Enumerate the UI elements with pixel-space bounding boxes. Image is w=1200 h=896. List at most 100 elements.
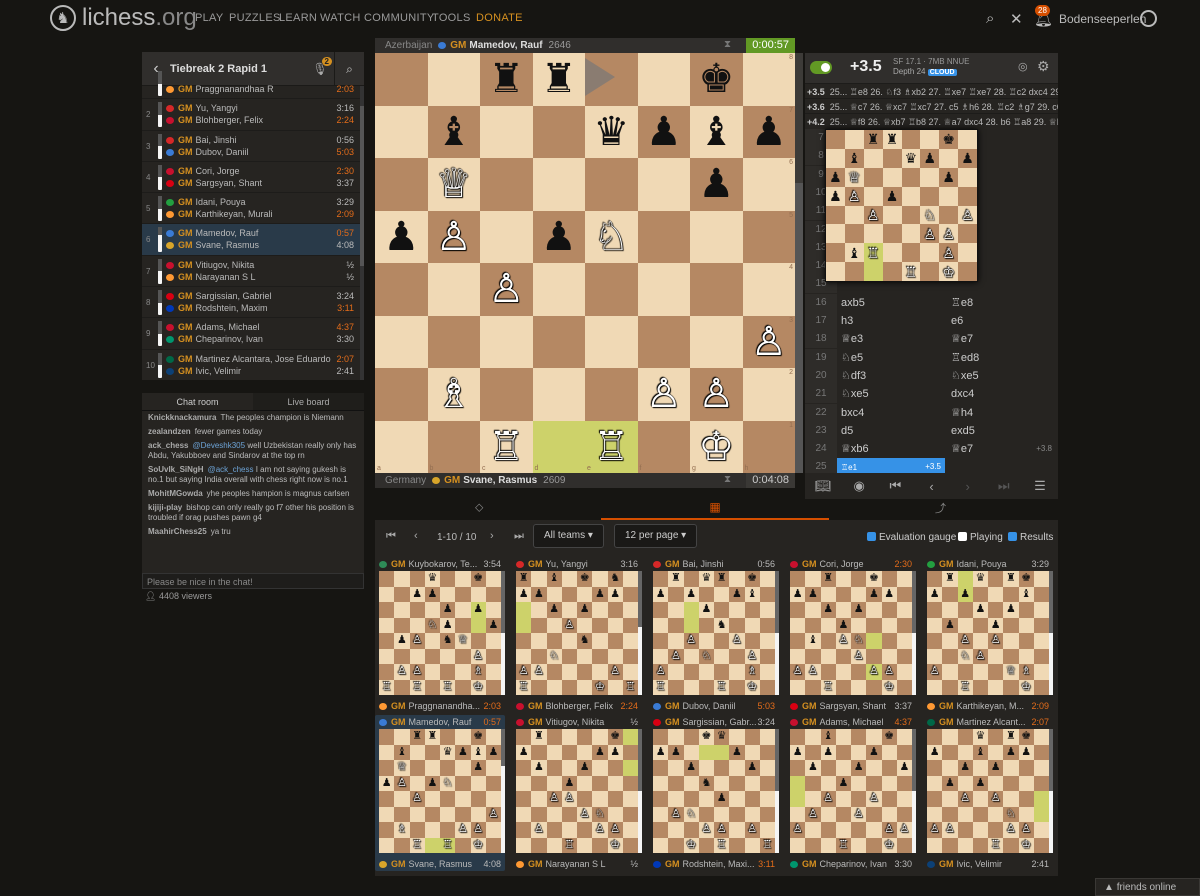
square-a5[interactable]	[927, 775, 943, 791]
square-d7[interactable]	[561, 586, 577, 602]
square-d2[interactable]: ♙	[698, 822, 714, 838]
square-d3[interactable]	[972, 806, 988, 822]
square-b8[interactable]	[844, 130, 864, 149]
square-d4[interactable]	[532, 263, 585, 316]
square-f4[interactable]	[866, 633, 882, 649]
square-h2[interactable]	[1033, 822, 1049, 838]
square-f1[interactable]: ♔	[592, 679, 608, 695]
square-a5[interactable]	[927, 617, 943, 633]
square-e2[interactable]	[988, 664, 1004, 680]
chess-piece[interactable]: ♟	[975, 777, 985, 789]
chat-user[interactable]: ack_chess	[148, 441, 188, 450]
chess-piece[interactable]: ♙	[942, 246, 955, 260]
square-f1[interactable]	[729, 837, 745, 853]
square-d4[interactable]	[424, 633, 440, 649]
board-tile[interactable]: GM Martinez Alcant... 2:07 ♛ ♜ ♚ ♟ ♝ ♟ ♟ ♟ ♟ ♟ ♟ ♙ ♙ ♘ ♙ ♙…	[923, 715, 1053, 871]
chess-piece[interactable]: ♖	[564, 839, 574, 851]
white-move[interactable]: axb5	[841, 294, 865, 312]
chess-piece[interactable]: ♟	[382, 777, 392, 789]
chess-piece[interactable]: ♛	[443, 746, 453, 758]
square-h3[interactable]	[896, 806, 912, 822]
book-icon[interactable]: 📖︎	[805, 478, 841, 494]
square-f5[interactable]	[1003, 775, 1019, 791]
square-g6[interactable]	[607, 760, 623, 776]
game-row[interactable]: GMGMPraggnanandhaa R2:03	[142, 68, 364, 100]
square-g8[interactable]	[744, 729, 760, 745]
square-h5[interactable]	[1033, 617, 1049, 633]
mini-board[interactable]: ♜ ♜ ♚ ♝ ♛ ♟ ♝ ♟ ♕ ♟ ♟ ♙ ♟ ♘ ♙ ♙ ♗ ♙ ♙ ♖ ♖ ♔	[379, 729, 501, 853]
chess-piece[interactable]: ♟	[458, 746, 468, 758]
chess-piece[interactable]: ♜	[412, 731, 422, 742]
square-a7[interactable]: ♟	[516, 586, 532, 602]
square-a1[interactable]	[790, 679, 806, 695]
chess-piece[interactable]: ♙	[656, 666, 666, 677]
square-a4[interactable]	[516, 791, 532, 807]
square-c6[interactable]	[957, 602, 973, 618]
chess-piece[interactable]: ♜	[717, 573, 727, 584]
chess-piece[interactable]: ♝	[808, 635, 818, 646]
square-d1[interactable]: ♖	[835, 837, 851, 853]
game-row[interactable]: 4 GM Cori, Jorge 2:30 GM Sargsyan, Shant 3:37	[142, 162, 364, 194]
square-e8[interactable]	[988, 571, 1004, 587]
square-a3[interactable]	[516, 648, 532, 664]
square-b7[interactable]: ♟	[805, 586, 821, 602]
square-b6[interactable]	[668, 760, 684, 776]
square-a1[interactable]	[927, 679, 943, 695]
chess-piece[interactable]: ♟	[610, 588, 620, 600]
mini-board[interactable]: ♜ ♚ ♟ ♟ ♟ ♟ ♟ ♟ ♙ ♙ ♙ ♘ ♙ ♙ ♙ ♖ ♔	[516, 729, 638, 853]
chess-piece[interactable]: ♙	[473, 824, 483, 835]
chess-piece[interactable]: ♝	[549, 573, 559, 584]
chess-piece[interactable]: ♟	[869, 588, 879, 600]
square-g3[interactable]: ♙	[744, 648, 760, 664]
square-f5[interactable]	[866, 775, 882, 791]
chess-piece[interactable]: ♙	[686, 635, 696, 646]
square-d6[interactable]	[424, 602, 440, 618]
chess-piece[interactable]: ♚	[698, 59, 734, 99]
square-b7[interactable]: ♟	[668, 744, 684, 760]
results-checkbox[interactable]: Results	[1008, 532, 1053, 543]
game-row[interactable]: 5 GM Idani, Pouya 3:29 GM Karthikeyan, Murali…	[142, 193, 364, 225]
square-c7[interactable]: ♟	[683, 586, 699, 602]
square-a6[interactable]	[379, 602, 395, 618]
square-g4[interactable]	[690, 263, 743, 316]
square-a3[interactable]	[516, 806, 532, 822]
square-g5[interactable]	[881, 775, 897, 791]
square-h5[interactable]	[485, 775, 501, 791]
square-a2[interactable]	[379, 822, 395, 838]
chat-mention[interactable]: @Deveshk305	[192, 441, 245, 450]
user-avatar-icon[interactable]	[1140, 10, 1157, 27]
square-f6[interactable]: ♟	[1003, 602, 1019, 618]
square-a4[interactable]	[375, 263, 428, 316]
square-h6[interactable]	[622, 760, 638, 776]
chess-piece[interactable]: ♜	[534, 731, 544, 742]
chess-piece[interactable]: ♟	[869, 746, 879, 758]
square-h4[interactable]	[1033, 633, 1049, 649]
square-e3[interactable]	[440, 648, 456, 664]
square-a4[interactable]	[826, 205, 845, 225]
square-g6[interactable]: ♟	[690, 158, 743, 211]
square-a2[interactable]: ♙	[927, 822, 943, 838]
square-d7[interactable]: ♟	[424, 586, 440, 602]
square-d8[interactable]: ♛	[424, 571, 440, 587]
chess-piece[interactable]: ♚	[1021, 731, 1031, 742]
mini-board[interactable]: ♝ ♚ ♟ ♟ ♟ ♟ ♟ ♟ ♟ ♙ ♙ ♙ ♙ ♙ ♙ ♙ ♖ ♔	[790, 729, 912, 853]
square-f1[interactable]: f	[637, 420, 690, 473]
square-d1[interactable]: d	[532, 420, 585, 473]
square-h4[interactable]: 4	[742, 263, 795, 316]
square-f7[interactable]: ♟	[637, 105, 690, 158]
square-g2[interactable]: ♙	[690, 368, 743, 421]
square-f8[interactable]	[729, 729, 745, 745]
square-f6[interactable]	[920, 167, 940, 187]
square-e7[interactable]	[714, 744, 730, 760]
square-c6[interactable]	[820, 760, 836, 776]
square-d5[interactable]: ♞	[698, 775, 714, 791]
chess-piece[interactable]: ♗	[397, 824, 407, 835]
square-a6[interactable]	[790, 760, 806, 776]
square-g7[interactable]: ♟	[881, 586, 897, 602]
square-f1[interactable]	[729, 679, 745, 695]
square-b1[interactable]: b	[427, 420, 480, 473]
square-g7[interactable]	[470, 586, 486, 602]
square-a5[interactable]: ♟	[379, 775, 395, 791]
square-b3[interactable]	[942, 648, 958, 664]
square-e5[interactable]	[988, 775, 1004, 791]
